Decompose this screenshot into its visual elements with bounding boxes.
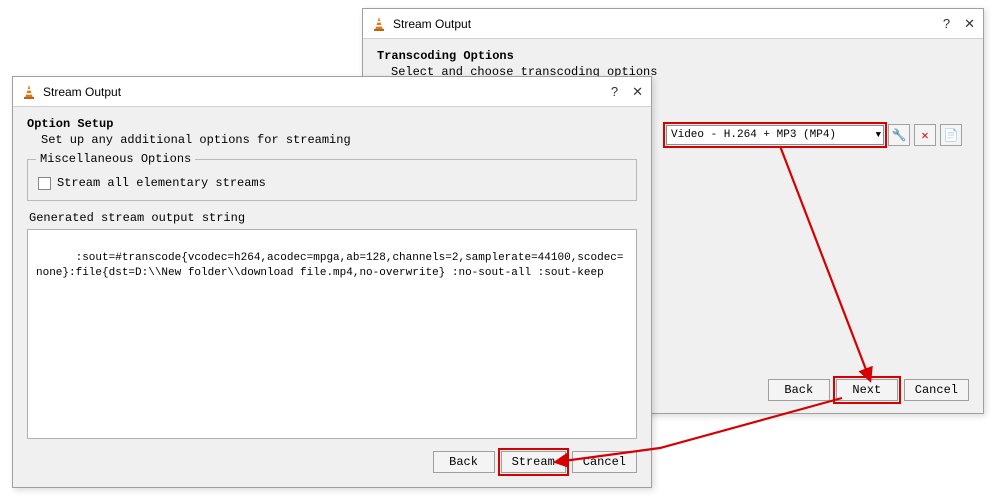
output-string-textarea[interactable]: :sout=#transcode{vcodec=h264,acodec=mpga… (27, 229, 637, 439)
stream-button[interactable]: Stream (501, 451, 566, 473)
help-icon[interactable]: ? (943, 16, 950, 31)
group-label: Miscellaneous Options (36, 152, 195, 166)
group-output-label: Generated stream output string (29, 211, 637, 225)
subheading-option-setup: Set up any additional options for stream… (41, 133, 637, 147)
profile-value: Video - H.264 + MP3 (MP4) (671, 129, 836, 141)
checkbox-label: Stream all elementary streams (57, 176, 266, 190)
back-button[interactable]: Back (433, 451, 495, 473)
back-button[interactable]: Back (768, 379, 830, 401)
title-text: Stream Output (43, 85, 611, 99)
chevron-down-icon: ▼ (876, 130, 881, 140)
titlebar-transcoding: Stream Output ? ✕ (363, 9, 983, 39)
close-icon[interactable]: ✕ (632, 84, 643, 100)
wrench-icon[interactable]: 🔧 (888, 124, 910, 146)
next-button[interactable]: Next (836, 379, 898, 401)
cancel-button[interactable]: Cancel (904, 379, 969, 401)
window-option-setup: Stream Output ? ✕ Option Setup Set up an… (12, 76, 652, 488)
heading-transcoding: Transcoding Options (377, 49, 969, 63)
group-misc-options: Miscellaneous Options Stream all element… (27, 159, 637, 201)
close-icon[interactable]: ✕ (964, 16, 975, 32)
vlc-cone-icon (21, 84, 37, 100)
cancel-button[interactable]: Cancel (572, 451, 637, 473)
new-profile-icon[interactable]: 📄 (940, 124, 962, 146)
profile-dropdown[interactable]: Video - H.264 + MP3 (MP4) ▼ (666, 125, 884, 145)
heading-option-setup: Option Setup (27, 117, 637, 131)
output-string-text: :sout=#transcode{vcodec=h264,acodec=mpga… (36, 252, 624, 279)
help-icon[interactable]: ? (611, 84, 618, 99)
profile-row: Video - H.264 + MP3 (MP4) ▼ 🔧 ✕ 📄 (666, 124, 962, 146)
vlc-cone-icon (371, 16, 387, 32)
titlebar-option-setup: Stream Output ? ✕ (13, 77, 651, 107)
checkbox-icon (38, 177, 51, 190)
checkbox-stream-all[interactable]: Stream all elementary streams (38, 176, 626, 190)
title-text: Stream Output (393, 17, 943, 31)
delete-profile-icon[interactable]: ✕ (914, 124, 936, 146)
